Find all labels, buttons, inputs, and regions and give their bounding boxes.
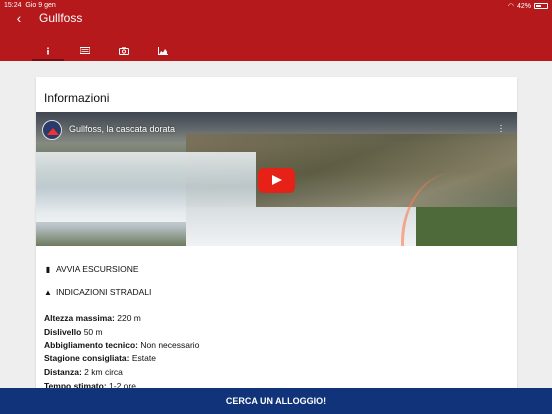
list-icon <box>80 47 90 54</box>
detail-row: Dislivello 50 m <box>44 327 103 337</box>
back-icon[interactable]: ‹ <box>12 10 26 26</box>
info-icon <box>47 47 49 54</box>
app-header: 15:24 Gio 9 gen ◠ 42% ‹ Gullfoss <box>0 0 552 61</box>
detail-row: Abbigliamento tecnico: Non necessario <box>44 340 199 350</box>
battery-percent: 42% <box>516 2 531 10</box>
tab-list[interactable] <box>69 40 101 61</box>
detail-value: 2 km circa <box>84 367 123 377</box>
video-player[interactable]: Gullfoss, la cascata dorata · · · <box>36 112 517 246</box>
info-card: Informazioni Gullfoss, la cascata dorata… <box>36 77 517 414</box>
detail-row: Stagione consigliata: Estate <box>44 353 156 363</box>
detail-label: Stagione consigliata: <box>44 353 130 363</box>
detail-label: Distanza: <box>44 367 82 377</box>
detail-value: Estate <box>131 353 156 363</box>
battery-icon <box>534 3 548 9</box>
tab-elevation[interactable] <box>147 40 179 61</box>
find-accommodation-label: CERCA UN ALLOGGIO! <box>225 396 327 406</box>
chart-icon <box>158 46 168 55</box>
detail-row: Altezza massima: 220 m <box>44 313 141 323</box>
start-hike-label: AVVIA ESCURSIONE <box>56 264 139 274</box>
video-title[interactable]: Gullfoss, la cascata dorata <box>69 124 175 134</box>
card-title: Informazioni <box>44 91 110 105</box>
find-accommodation-button[interactable]: CERCA UN ALLOGGIO! <box>0 388 552 414</box>
status-clock: 15:24 <box>4 2 22 9</box>
status-time: 15:24 Gio 9 gen <box>4 2 56 9</box>
tab-info[interactable] <box>32 40 64 61</box>
detail-row: Distanza: 2 km circa <box>44 367 123 377</box>
status-bar: 15:24 Gio 9 gen ◠ 42% <box>0 2 552 12</box>
camera-icon <box>119 46 129 55</box>
navigation-arrow-icon: ▲ <box>44 287 52 297</box>
detail-value: 50 m <box>83 327 103 337</box>
directions-label: INDICAZIONI STRADALI <box>56 287 152 297</box>
detail-value: Non necessario <box>140 340 200 350</box>
start-hike-link[interactable]: ▮ AVVIA ESCURSIONE <box>44 264 139 274</box>
detail-label: Abbigliamento tecnico: <box>44 340 138 350</box>
detail-label: Dislivello <box>44 327 82 337</box>
tab-bar <box>0 40 552 61</box>
status-right: ◠ 42% <box>508 2 548 10</box>
channel-logo-icon[interactable] <box>42 120 62 140</box>
status-date: Gio 9 gen <box>25 2 56 9</box>
detail-label: Altezza massima: <box>44 313 115 323</box>
video-mist <box>186 207 436 246</box>
page-title: Gullfoss <box>39 11 83 25</box>
play-button[interactable] <box>258 168 295 193</box>
map-icon: ▮ <box>45 264 51 274</box>
detail-value: 220 m <box>117 313 141 323</box>
more-vertical-icon[interactable]: · · · <box>498 121 504 137</box>
tab-photos[interactable] <box>108 40 140 61</box>
wifi-icon: ◠ <box>507 3 514 10</box>
directions-link[interactable]: ▲ INDICAZIONI STRADALI <box>44 287 151 297</box>
